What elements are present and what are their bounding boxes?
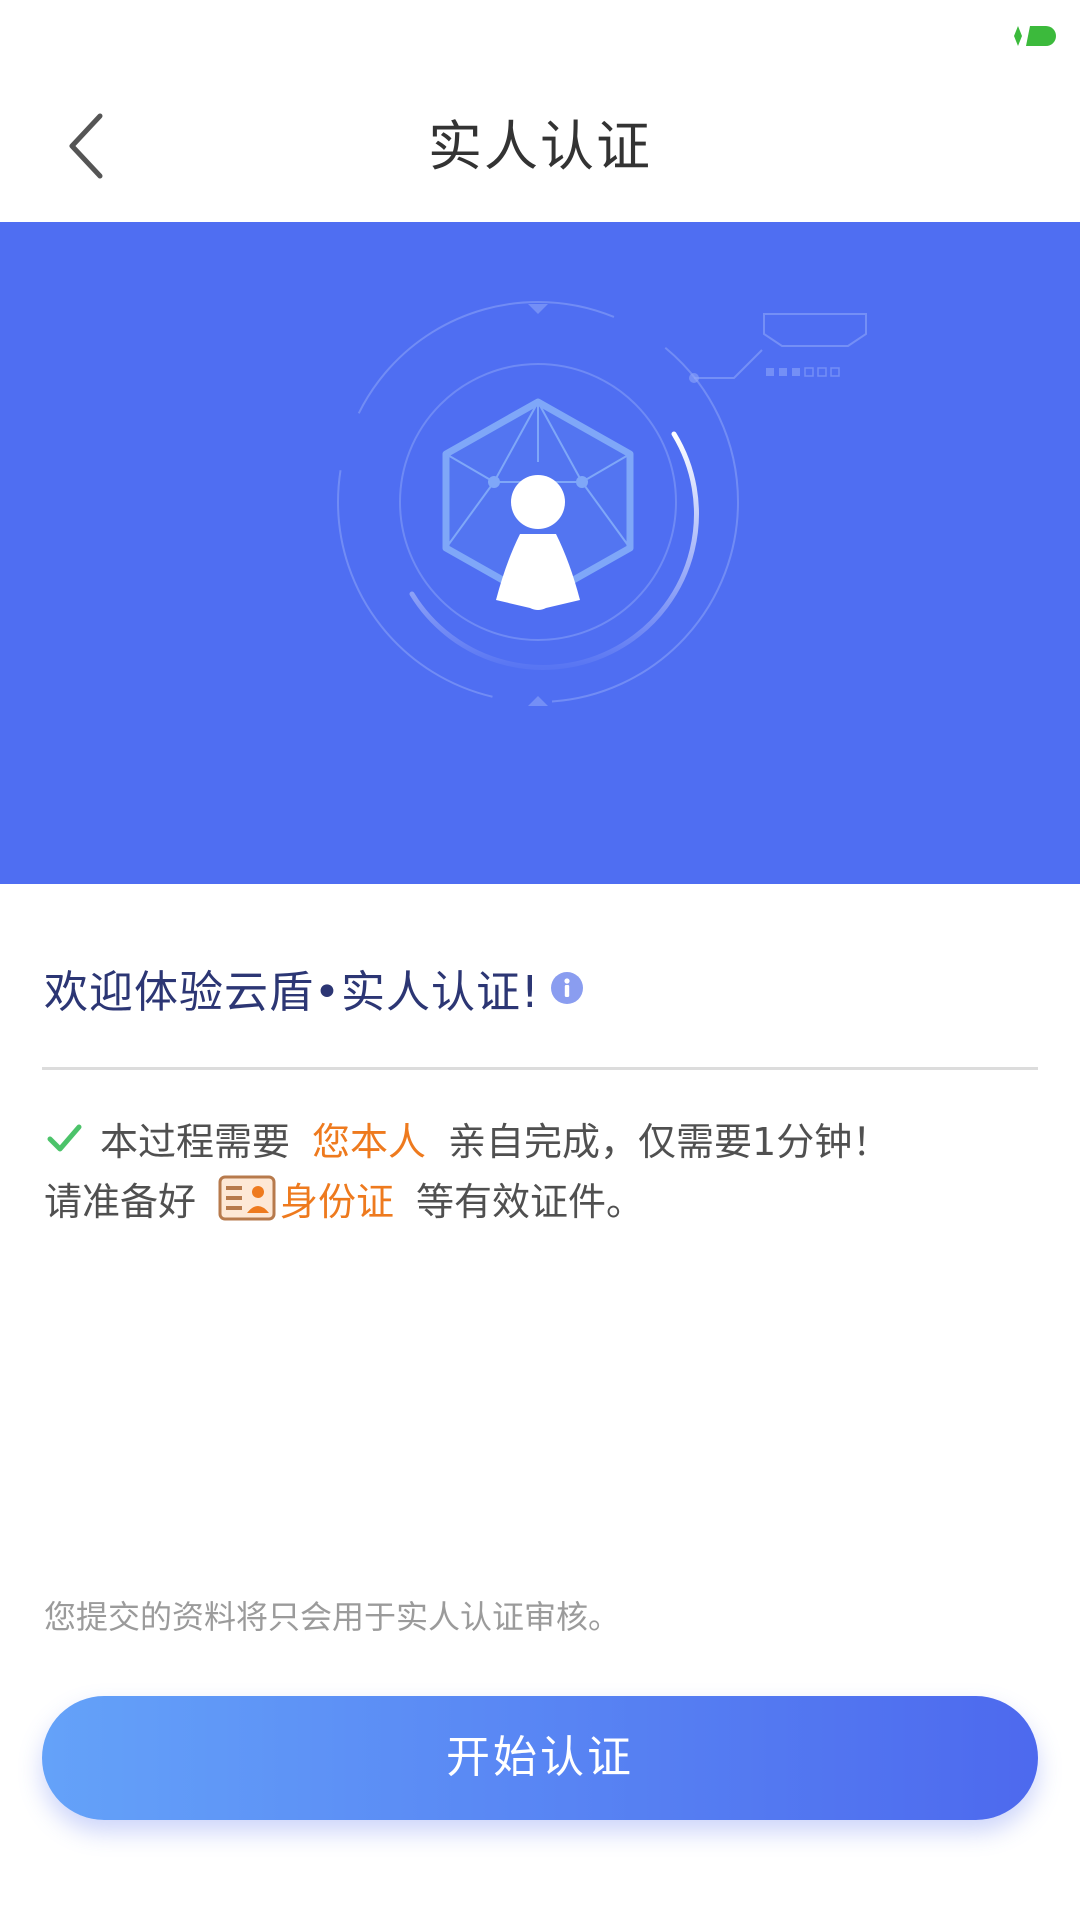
back-button[interactable] [46, 106, 126, 186]
start-verification-button[interactable]: 开始认证 [42, 1696, 1038, 1820]
privacy-disclaimer: 您提交的资料将只会用于实人认证审核。 [44, 1598, 621, 1636]
requirement-1-suffix: 亲自完成，仅需要1分钟！ [448, 1119, 891, 1164]
requirement-2-prefix: 请准备好 [44, 1179, 197, 1224]
requirement-line-1: 本过程需要 您本人 亲自完成，仅需要1分钟！ [44, 1108, 890, 1168]
battery-icon [1014, 26, 1056, 46]
chevron-left-icon [69, 113, 103, 179]
requirement-2-highlight: 身份证 [280, 1179, 395, 1224]
page-title: 实人认证 [428, 115, 652, 178]
requirement-1-prefix: 本过程需要 [100, 1119, 291, 1164]
requirement-line-2: 请准备好 身份证 等有效证件。 [44, 1168, 644, 1228]
divider [42, 1067, 1038, 1070]
nav-bar: 实人认证 [0, 72, 1080, 222]
requirement-1-highlight: 您本人 [312, 1119, 427, 1164]
welcome-text: 欢迎体验云盾•实人认证! [44, 967, 540, 1018]
info-icon[interactable] [550, 971, 584, 1005]
hero-banner [0, 222, 1080, 884]
check-icon [47, 1124, 82, 1152]
status-bar [0, 0, 1080, 72]
welcome-row: 欢迎体验云盾•实人认证! [44, 958, 584, 1018]
face-verification-illustration [337, 301, 867, 706]
id-card-icon [218, 1175, 276, 1221]
requirement-2-suffix: 等有效证件。 [416, 1179, 645, 1224]
